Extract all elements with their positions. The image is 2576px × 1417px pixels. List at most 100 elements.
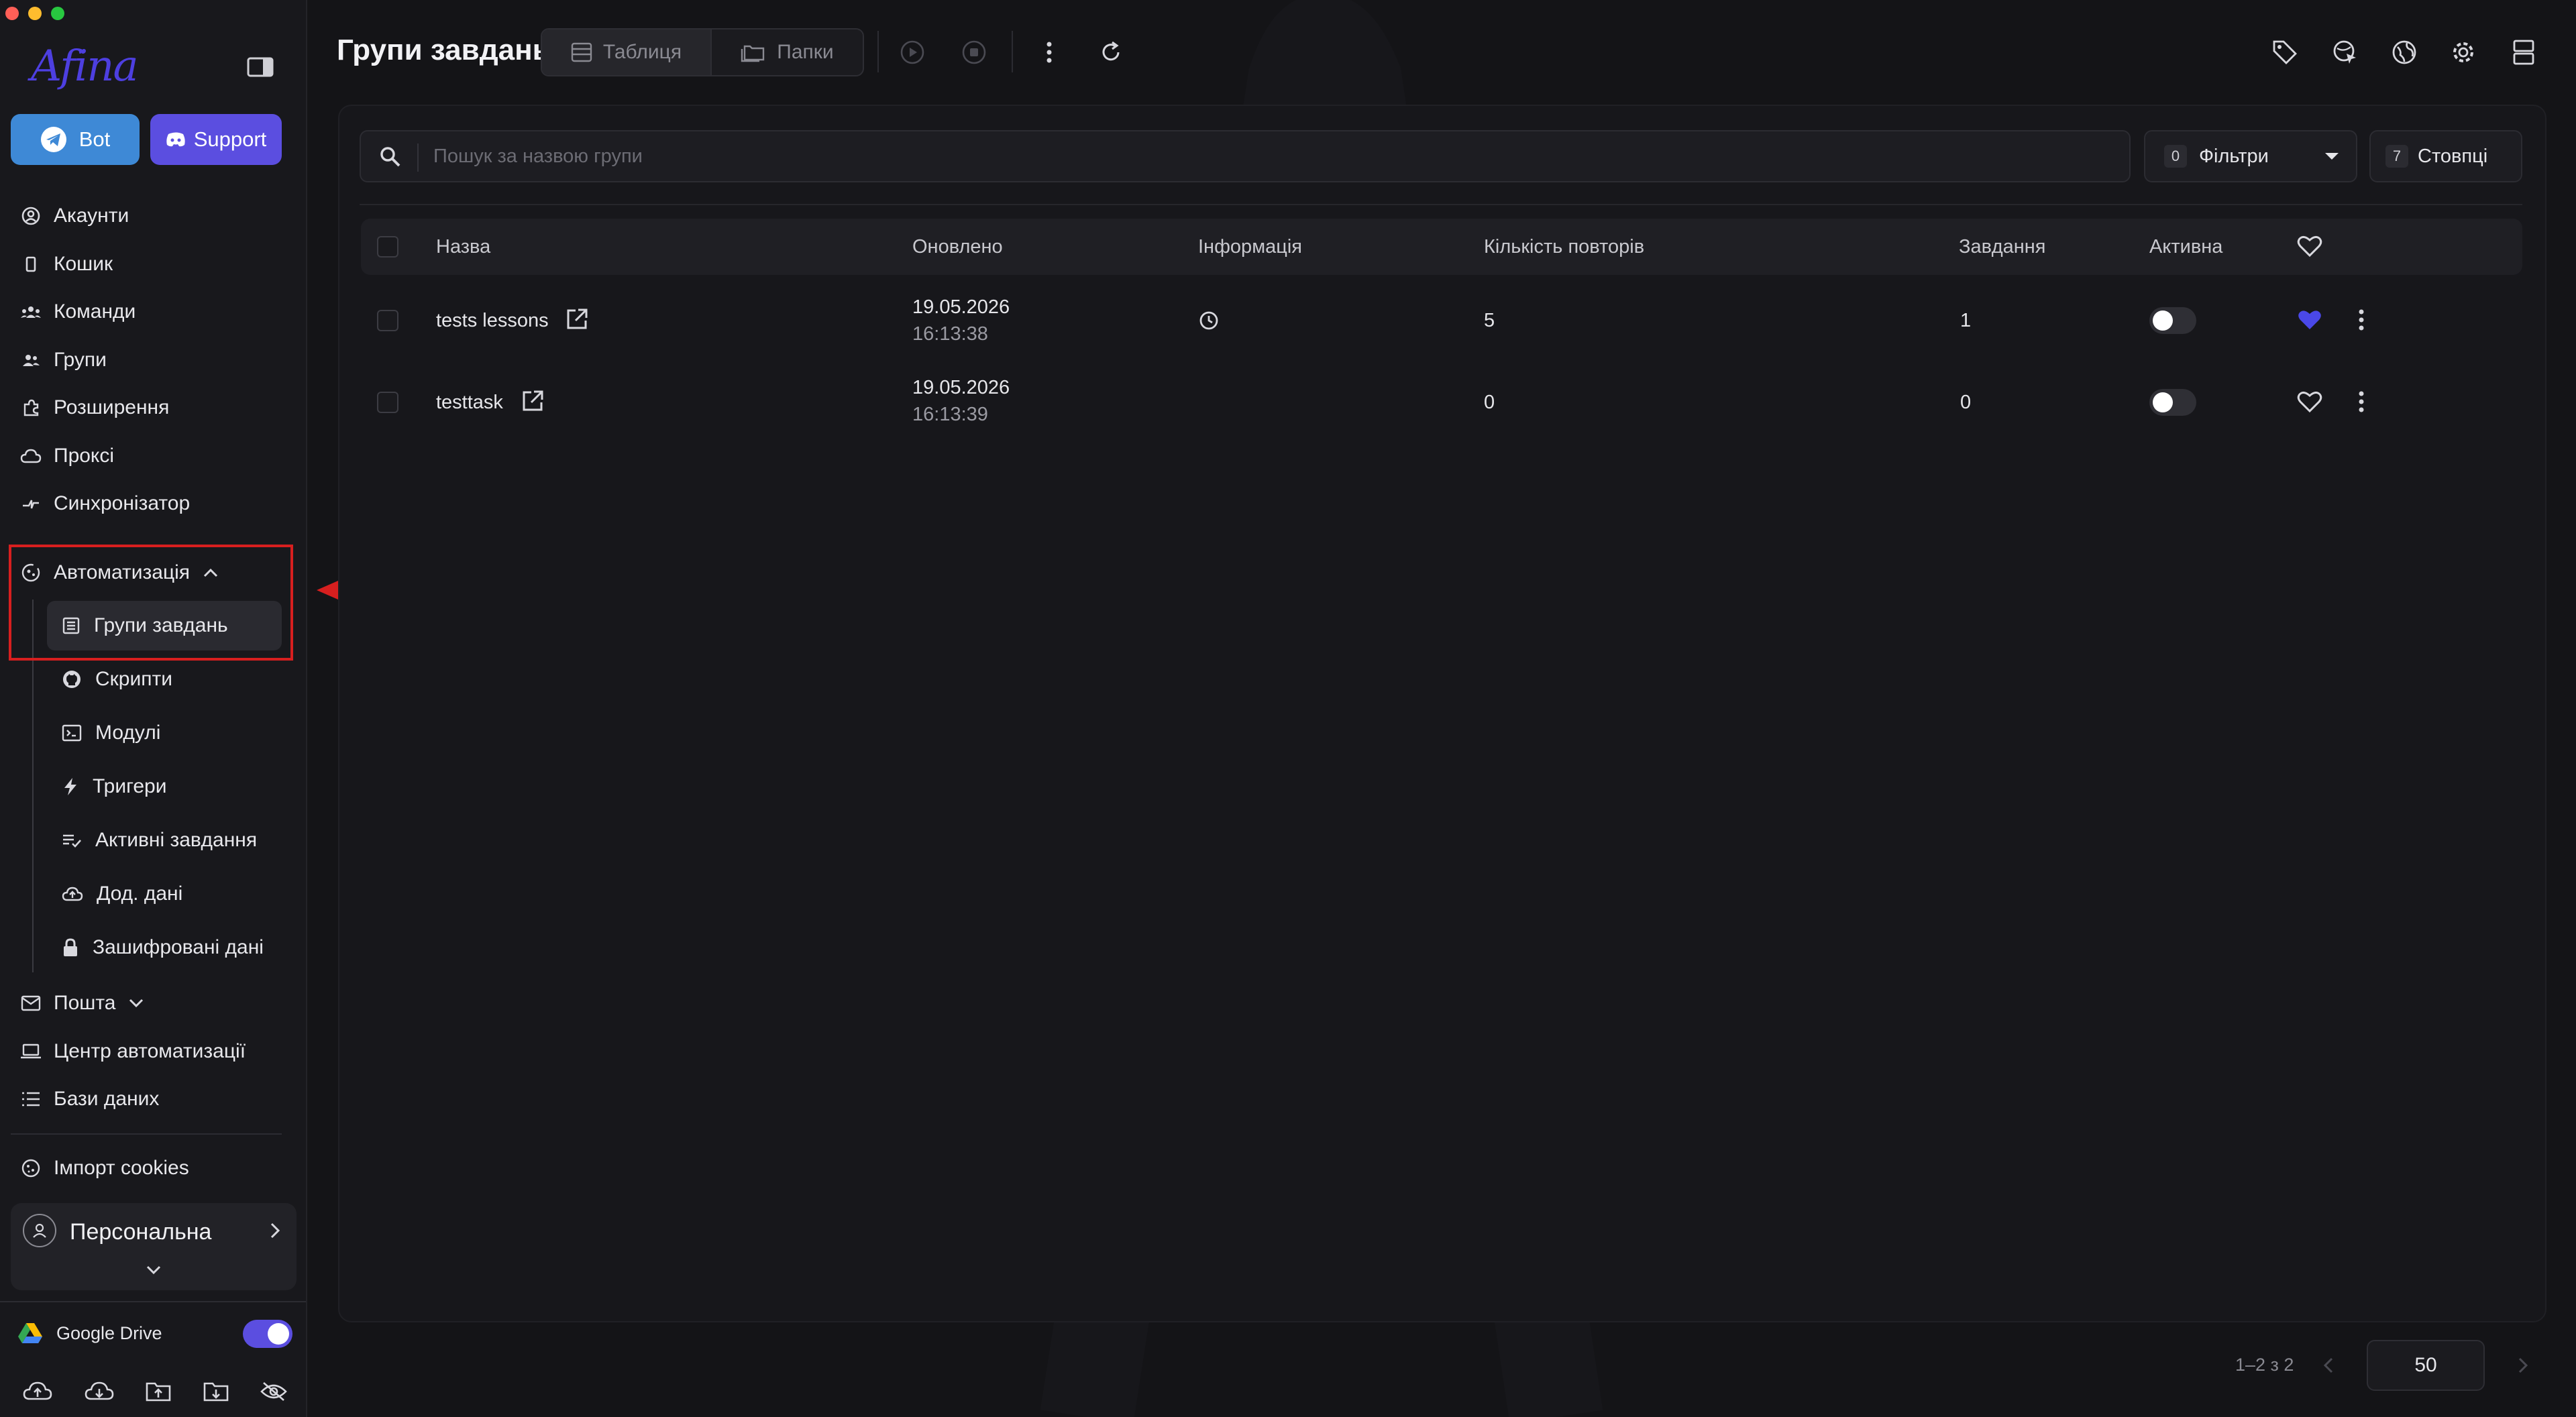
github-icon xyxy=(62,669,82,689)
row-more-icon[interactable] xyxy=(2357,308,2365,331)
users-icon xyxy=(20,349,42,371)
window-minimize-button[interactable] xyxy=(28,7,42,20)
sidebar-item-active-tasks[interactable]: Активні завдання xyxy=(47,815,282,865)
column-header-tasks[interactable]: Завдання xyxy=(1959,236,2046,258)
sidebar-item-databases[interactable]: Бази даних xyxy=(20,1080,159,1118)
layout-icon[interactable] xyxy=(2509,38,2538,67)
sidebar-item-trash[interactable]: Кошик xyxy=(20,245,113,283)
more-vertical-icon[interactable] xyxy=(1034,38,1064,67)
table-row[interactable] xyxy=(361,280,2522,359)
window-close-button[interactable] xyxy=(5,7,19,20)
column-header-updated[interactable]: Оновлено xyxy=(912,236,1003,258)
sidebar-item-triggers[interactable]: Тригери xyxy=(47,762,282,811)
per-page-input[interactable]: 50 xyxy=(2367,1340,2485,1391)
sidebar-item-label: Тригери xyxy=(93,775,167,797)
workspace-name: Персональна xyxy=(70,1219,212,1245)
play-icon[interactable] xyxy=(898,38,927,67)
sidebar-item-proxy[interactable]: Проксі xyxy=(20,437,114,475)
filters-count-badge: 0 xyxy=(2164,145,2187,168)
support-button[interactable]: Support xyxy=(150,114,282,165)
row-repeats: 0 xyxy=(1484,392,1495,413)
search-box[interactable] xyxy=(360,130,2131,182)
sidebar-toggle-icon[interactable] xyxy=(247,56,274,78)
sidebar-item-label: Команди xyxy=(54,300,136,323)
cloud-upload-icon[interactable] xyxy=(23,1380,52,1403)
cloud-download-icon[interactable] xyxy=(85,1380,114,1403)
sidebar-item-encrypted-data[interactable]: Зашифровані дані xyxy=(47,923,282,972)
prev-page-icon[interactable] xyxy=(2322,1356,2334,1375)
select-all-checkbox[interactable] xyxy=(377,236,398,258)
view-switcher: Таблиця Папки xyxy=(541,28,864,76)
row-updated-date: 19.05.2026 xyxy=(912,377,1010,398)
filters-dropdown[interactable]: 0 Фільтри xyxy=(2144,130,2357,182)
caret-down-icon xyxy=(2324,152,2340,161)
window-maximize-button[interactable] xyxy=(51,7,64,20)
sidebar-item-label: Акаунти xyxy=(54,205,129,227)
view-table-button[interactable]: Таблиця xyxy=(542,30,710,75)
puzzle-icon xyxy=(20,397,42,418)
sidebar-item-mail[interactable]: Пошта xyxy=(20,984,145,1022)
globe-cursor-icon[interactable] xyxy=(2330,38,2360,67)
sidebar-item-sync[interactable]: Синхронізатор xyxy=(20,485,190,522)
sidebar-item-label: Кошик xyxy=(54,253,113,275)
columns-button[interactable]: 7 Стовпці xyxy=(2369,130,2522,182)
folder-upload-icon[interactable] xyxy=(146,1381,171,1402)
row-checkbox[interactable] xyxy=(377,392,398,413)
table-row[interactable] xyxy=(361,362,2522,441)
row-updated-time: 16:13:38 xyxy=(912,323,988,345)
column-header-name[interactable]: Назва xyxy=(436,236,490,258)
support-button-label: Support xyxy=(193,127,267,151)
sidebar-divider xyxy=(0,1301,306,1302)
sidebar-item-label: Центр автоматизації xyxy=(54,1040,246,1062)
column-header-info[interactable]: Інформація xyxy=(1198,236,1302,258)
pagination-range: 1–2 з 2 xyxy=(2235,1355,2294,1375)
row-tasks: 0 xyxy=(1960,392,1972,413)
eye-off-icon[interactable] xyxy=(260,1381,287,1402)
row-checkbox[interactable] xyxy=(377,310,398,331)
column-header-repeats[interactable]: Кількість повторів xyxy=(1484,236,1644,258)
row-active-toggle[interactable] xyxy=(2149,389,2196,416)
chevron-down-icon[interactable] xyxy=(145,1263,162,1277)
external-link-icon[interactable] xyxy=(521,389,545,413)
sidebar-item-modules[interactable]: Модулі xyxy=(47,708,282,758)
gear-icon[interactable] xyxy=(2449,38,2478,67)
sidebar-item-accounts[interactable]: Акаунти xyxy=(20,197,129,235)
tag-icon[interactable] xyxy=(2270,38,2300,67)
bot-button[interactable]: Bot xyxy=(11,114,140,165)
heart-outline-icon[interactable] xyxy=(2297,235,2322,258)
sidebar-item-extra-data[interactable]: Дод. дані xyxy=(47,869,282,919)
search-input[interactable] xyxy=(433,139,2110,173)
row-active-toggle[interactable] xyxy=(2149,307,2196,334)
workspace-selector[interactable]: Персональна xyxy=(11,1203,297,1290)
view-folders-button[interactable]: Папки xyxy=(712,30,863,75)
external-link-icon[interactable] xyxy=(565,307,589,331)
app-logo: Afina xyxy=(31,42,139,91)
next-page-icon[interactable] xyxy=(2517,1356,2529,1375)
folder-download-icon[interactable] xyxy=(203,1381,229,1402)
row-name[interactable]: testtask xyxy=(436,392,503,414)
refresh-icon[interactable] xyxy=(1096,38,1126,67)
chevron-right-icon xyxy=(268,1221,282,1241)
column-header-active[interactable]: Активна xyxy=(2149,236,2222,258)
stop-icon[interactable] xyxy=(959,38,989,67)
sidebar-item-import-cookies[interactable]: Імпорт cookies xyxy=(20,1149,189,1187)
avatar xyxy=(23,1214,56,1247)
search-icon xyxy=(378,145,402,169)
sidebar-item-label: Розширення xyxy=(54,396,170,418)
sidebar-item-label: Групи xyxy=(54,349,107,371)
sidebar-item-automation-center[interactable]: Центр автоматизації xyxy=(20,1033,246,1070)
heart-filled-icon[interactable] xyxy=(2297,308,2322,331)
globe-icon[interactable] xyxy=(2390,38,2419,67)
sidebar-item-label: Модулі xyxy=(95,722,161,744)
mail-icon xyxy=(20,993,42,1014)
heart-outline-icon[interactable] xyxy=(2297,390,2322,413)
sidebar-item-scripts[interactable]: Скрипти xyxy=(47,655,282,704)
google-drive-toggle[interactable] xyxy=(243,1320,292,1348)
sidebar-item-teams[interactable]: Команди xyxy=(20,293,136,331)
row-name[interactable]: tests lessons xyxy=(436,310,549,332)
clock-icon[interactable] xyxy=(1198,310,1220,331)
sidebar-item-extensions[interactable]: Розширення xyxy=(20,389,169,427)
sidebar-item-groups[interactable]: Групи xyxy=(20,341,107,379)
table-icon xyxy=(571,42,592,62)
row-more-icon[interactable] xyxy=(2357,390,2365,413)
